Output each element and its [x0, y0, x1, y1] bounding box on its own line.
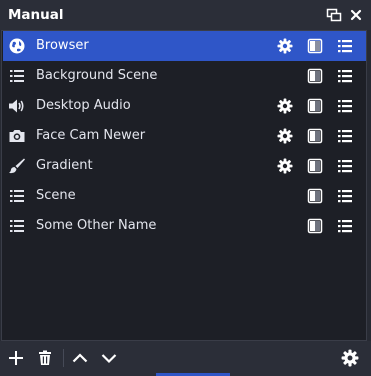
source-label: Browser: [36, 38, 89, 53]
visibility-toggle-icon[interactable]: [307, 38, 323, 54]
dock-toolbar: [0, 341, 371, 376]
plus-icon: [9, 351, 23, 365]
list-menu-icon[interactable]: [337, 218, 353, 234]
list-menu-icon[interactable]: [337, 188, 353, 204]
source-row-background-scene[interactable]: Background Scene: [3, 61, 366, 91]
chevron-down-icon: [101, 354, 117, 364]
gear-icon[interactable]: [277, 98, 293, 114]
visibility-toggle-icon[interactable]: [307, 188, 323, 204]
move-down-button[interactable]: [97, 346, 121, 370]
add-source-button[interactable]: [4, 346, 28, 370]
source-label: Desktop Audio: [36, 98, 131, 113]
list-menu-icon[interactable]: [337, 68, 353, 84]
source-row-desktop-audio[interactable]: Desktop Audio: [3, 91, 366, 121]
visibility-toggle-icon[interactable]: [307, 98, 323, 114]
visibility-toggle-icon[interactable]: [307, 128, 323, 144]
remove-source-button[interactable]: [33, 346, 57, 370]
sources-dock: Manual Browser Background Scene Desktop …: [0, 0, 371, 376]
list-icon: [8, 187, 26, 205]
source-label: Some Other Name: [36, 218, 157, 233]
toolbar-separator: [63, 349, 64, 367]
gear-icon[interactable]: [277, 158, 293, 174]
source-row-gradient[interactable]: Gradient: [3, 151, 366, 181]
source-label: Gradient: [36, 158, 93, 173]
source-row-face-cam-newer[interactable]: Face Cam Newer: [3, 121, 366, 151]
source-properties-button[interactable]: [338, 346, 362, 370]
visibility-toggle-icon[interactable]: [307, 158, 323, 174]
camera-icon: [8, 127, 26, 145]
dock-titlebar: Manual: [0, 0, 371, 30]
sources-list: Browser Background Scene Desktop Audio F…: [1, 30, 367, 341]
gear-icon[interactable]: [277, 38, 293, 54]
source-label: Face Cam Newer: [36, 128, 146, 143]
dock-title: Manual: [8, 7, 64, 23]
speaker-icon: [8, 97, 26, 115]
list-menu-icon[interactable]: [337, 38, 353, 54]
visibility-toggle-icon[interactable]: [307, 68, 323, 84]
list-menu-icon[interactable]: [337, 128, 353, 144]
source-label: Background Scene: [36, 68, 158, 83]
source-label: Scene: [36, 188, 76, 203]
gear-icon[interactable]: [277, 128, 293, 144]
list-icon: [8, 67, 26, 85]
brush-icon: [8, 157, 26, 175]
chevron-up-icon: [72, 353, 88, 363]
list-icon: [8, 217, 26, 235]
gear-icon: [341, 349, 359, 367]
close-icon[interactable]: [348, 7, 364, 23]
visibility-toggle-icon[interactable]: [307, 218, 323, 234]
move-up-button[interactable]: [68, 346, 92, 370]
list-menu-icon[interactable]: [337, 158, 353, 174]
trash-icon: [39, 350, 51, 365]
undock-icon[interactable]: [326, 7, 342, 23]
source-row-scene[interactable]: Scene: [3, 181, 366, 211]
list-menu-icon[interactable]: [337, 98, 353, 114]
source-row-some-other-name[interactable]: Some Other Name: [3, 211, 366, 241]
globe-icon: [8, 37, 26, 55]
source-row-browser[interactable]: Browser: [3, 31, 366, 61]
